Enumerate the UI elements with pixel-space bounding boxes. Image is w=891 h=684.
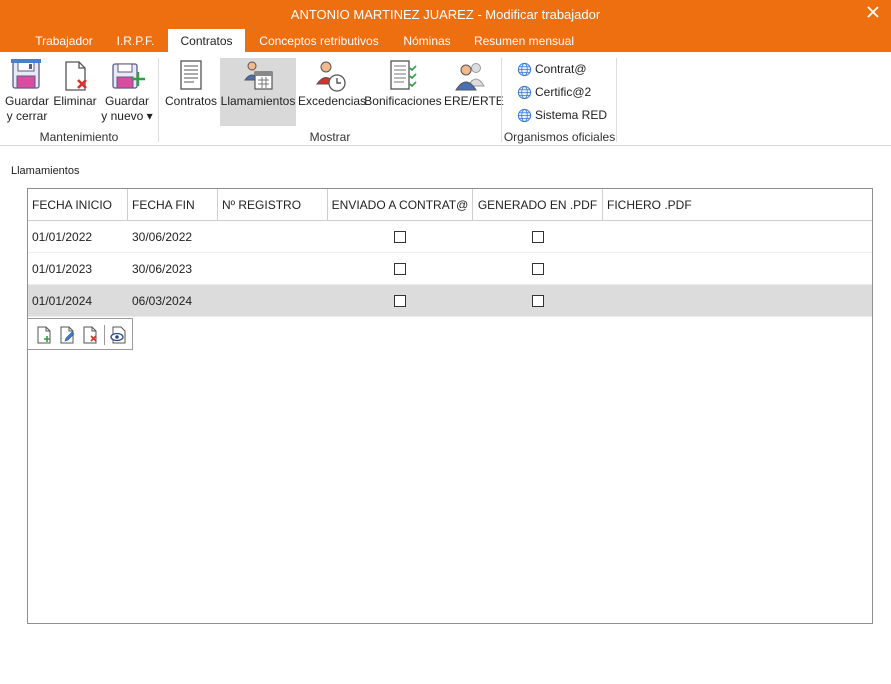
- table-row[interactable]: 01/01/2022 30/06/2022: [28, 221, 872, 253]
- guardar-cerrar-label-2: y cerrar: [6, 109, 48, 123]
- mantenimiento-group-label: Mantenimiento: [39, 130, 119, 144]
- cell-fecha-fin: 06/03/2024: [132, 294, 193, 308]
- llamamientos-button[interactable]: Llamamientos: [220, 58, 296, 126]
- group-separator: [158, 58, 159, 142]
- column-header-fecha-fin[interactable]: FECHA FIN: [128, 189, 218, 221]
- tab-conceptos-retributivos[interactable]: Conceptos retributivos: [250, 28, 388, 52]
- globe-icon: [517, 109, 532, 123]
- close-icon: [867, 6, 879, 18]
- ribbon: Guardar y cerrar Eliminar Guardar y nuev…: [0, 52, 891, 146]
- ere-erte-label: ERE/ERTE: [444, 94, 504, 108]
- column-header-fecha-inicio[interactable]: FECHA INICIO: [28, 189, 128, 221]
- certifica-button[interactable]: Certific@2: [517, 82, 591, 102]
- column-header-enviado[interactable]: ENVIADO A CONTRAT@: [328, 189, 473, 221]
- cell-registro: [218, 285, 222, 317]
- guardar-nuevo-button[interactable]: Guardar y nuevo ▾: [100, 58, 154, 124]
- save-new-icon: [112, 63, 145, 89]
- people-calendar-icon: [244, 61, 273, 90]
- tab-irpf[interactable]: I.R.P.F.: [108, 28, 163, 52]
- column-header-fichero[interactable]: FICHERO .PDF: [603, 189, 872, 221]
- bonificaciones-button[interactable]: Bonificaciones: [364, 58, 442, 109]
- certifica-label: Certific@2: [535, 85, 592, 99]
- sistema-red-label: Sistema RED: [535, 108, 608, 122]
- enviado-checkbox[interactable]: [394, 263, 406, 275]
- generado-checkbox[interactable]: [532, 231, 544, 243]
- tab-strip: Trabajador I.R.P.F. Contratos Conceptos …: [0, 28, 891, 53]
- eliminar-label: Eliminar: [53, 94, 97, 108]
- tab-nominas[interactable]: Nóminas: [394, 28, 460, 52]
- cell-fichero: [603, 253, 607, 285]
- eliminar-button[interactable]: Eliminar: [52, 58, 98, 109]
- enviado-checkbox[interactable]: [394, 295, 406, 307]
- section-title: Llamamientos: [11, 165, 80, 177]
- contrata-label: Contrat@: [535, 62, 587, 76]
- excedencias-button[interactable]: Excedencias: [298, 58, 367, 109]
- cell-fecha-fin: 30/06/2022: [132, 230, 193, 244]
- add-row-icon[interactable]: [35, 326, 53, 344]
- toolbar-separator: [104, 325, 105, 345]
- delete-row-icon[interactable]: [81, 326, 99, 344]
- group-separator: [501, 58, 502, 142]
- mostrar-group-label: Mostrar: [309, 130, 351, 144]
- tab-contratos[interactable]: Contratos: [168, 29, 245, 53]
- close-button[interactable]: [864, 3, 882, 21]
- cell-fecha-inicio: 01/01/2024: [32, 294, 93, 308]
- guardar-nuevo-label-1: Guardar: [104, 94, 150, 108]
- guardar-cerrar-label-1: Guardar: [4, 94, 50, 108]
- generado-checkbox[interactable]: [532, 295, 544, 307]
- excedencias-label: Excedencias: [298, 94, 367, 108]
- llamamientos-grid: FECHA INICIO FECHA FIN Nº REGISTRO ENVIA…: [27, 188, 873, 624]
- guardar-nuevo-label-2: y nuevo ▾: [101, 109, 153, 123]
- bonificaciones-label: Bonificaciones: [364, 94, 442, 108]
- organismos-group-label: Organismos oficiales: [503, 130, 616, 144]
- person-clock-icon: [316, 61, 346, 92]
- column-header-generado[interactable]: GENERADO EN .PDF: [473, 189, 603, 221]
- globe-icon: [517, 63, 532, 77]
- contract-document-icon: [180, 60, 202, 90]
- save-close-icon: [11, 59, 41, 89]
- people-group-icon: [455, 63, 485, 91]
- title-bar: ANTONIO MARTINEZ JUAREZ - Modificar trab…: [0, 0, 891, 28]
- grid-header: FECHA INICIO FECHA FIN Nº REGISTRO ENVIA…: [28, 189, 872, 221]
- cell-registro: [218, 253, 222, 285]
- generado-checkbox[interactable]: [532, 263, 544, 275]
- cell-fecha-fin: 30/06/2023: [132, 262, 193, 276]
- cell-registro: [218, 221, 222, 253]
- delete-document-icon: [65, 61, 87, 91]
- contratos-button[interactable]: Contratos: [164, 58, 218, 109]
- cell-fichero: [603, 285, 607, 317]
- view-document-icon[interactable]: [109, 326, 127, 344]
- cell-fecha-inicio: 01/01/2023: [32, 262, 93, 276]
- group-separator: [616, 58, 617, 142]
- tab-trabajador[interactable]: Trabajador: [24, 28, 104, 52]
- window-title: ANTONIO MARTINEZ JUAREZ - Modificar trab…: [290, 7, 601, 22]
- table-row-selected[interactable]: 01/01/2024 06/03/2024: [28, 285, 872, 317]
- grid-toolbar: [27, 318, 133, 350]
- sistema-red-button[interactable]: Sistema RED: [517, 105, 607, 125]
- guardar-cerrar-button[interactable]: Guardar y cerrar: [4, 58, 50, 124]
- table-row[interactable]: 01/01/2023 30/06/2023: [28, 253, 872, 285]
- llamamientos-label: Llamamientos: [220, 94, 296, 108]
- cell-fichero: [603, 221, 607, 253]
- column-header-registro[interactable]: Nº REGISTRO: [218, 189, 328, 221]
- checklist-icon: [390, 60, 417, 90]
- globe-icon: [517, 86, 532, 100]
- contratos-label: Contratos: [164, 94, 218, 108]
- enviado-checkbox[interactable]: [394, 231, 406, 243]
- cell-fecha-inicio: 01/01/2022: [32, 230, 93, 244]
- edit-row-icon[interactable]: [58, 326, 76, 344]
- ere-erte-button[interactable]: ERE/ERTE: [444, 58, 504, 109]
- tab-resumen-mensual[interactable]: Resumen mensual: [466, 28, 582, 52]
- contrata-button[interactable]: Contrat@: [517, 59, 587, 79]
